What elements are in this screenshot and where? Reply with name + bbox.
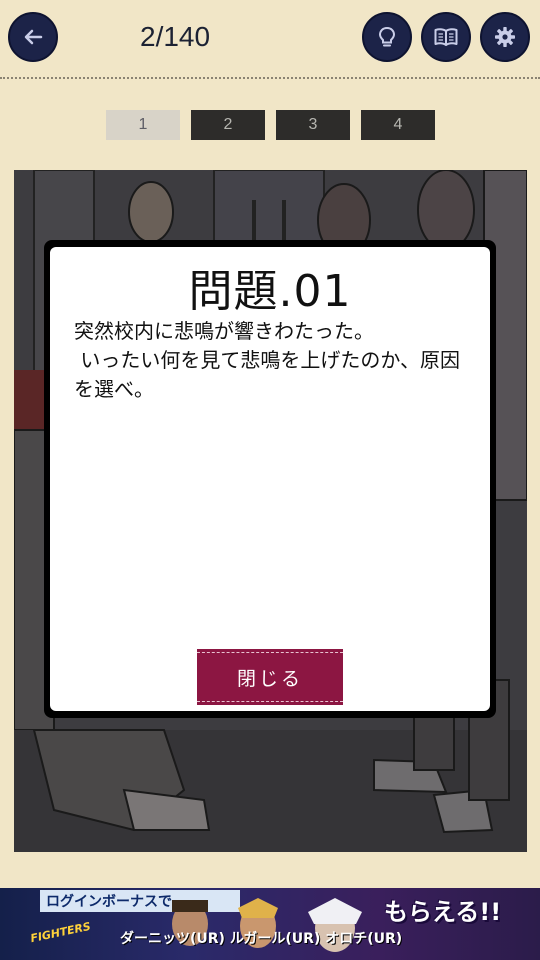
guide-button[interactable] xyxy=(421,12,471,62)
header-bar: 2/140 xyxy=(0,0,540,76)
back-button[interactable] xyxy=(8,12,58,62)
header-divider xyxy=(0,77,540,79)
question-text: 突然校内に悲鳴が響きわたった。 いったい何を見て悲鳴を上げたのか、原因を選べ。 xyxy=(74,319,460,401)
tab-1[interactable]: 1 xyxy=(106,110,180,140)
tab-3[interactable]: 3 xyxy=(276,110,350,140)
close-button[interactable]: 閉じる xyxy=(197,649,343,705)
book-icon xyxy=(434,28,458,46)
close-button-label: 閉じる xyxy=(236,667,303,690)
banner-logo: FIGHTERS xyxy=(29,919,92,946)
tab-2[interactable]: 2 xyxy=(191,110,265,140)
settings-button[interactable] xyxy=(480,12,530,62)
progress-counter: 2/140 xyxy=(140,21,211,52)
banner-characters: ダーニッツ(UR) ルガール(UR) オロチ(UR) xyxy=(120,931,403,947)
ad-banner[interactable]: ログインボーナスで FIGHTERS ダーニッツ(UR) ルガール(UR) オロ… xyxy=(0,888,540,960)
gear-icon xyxy=(495,27,515,47)
hint-button[interactable] xyxy=(362,12,412,62)
question-modal: 問題.01 突然校内に悲鳴が響きわたった。 いったい何を見て悲鳴を上げたのか、原… xyxy=(50,247,490,711)
banner-cta: もらえる!! xyxy=(384,898,502,926)
banner-login-text: ログインボーナスで xyxy=(46,894,172,910)
modal-title: 問題.01 xyxy=(188,266,352,317)
lightbulb-icon xyxy=(378,26,396,47)
tab-4[interactable]: 4 xyxy=(361,110,435,140)
back-arrow-icon xyxy=(24,29,43,45)
